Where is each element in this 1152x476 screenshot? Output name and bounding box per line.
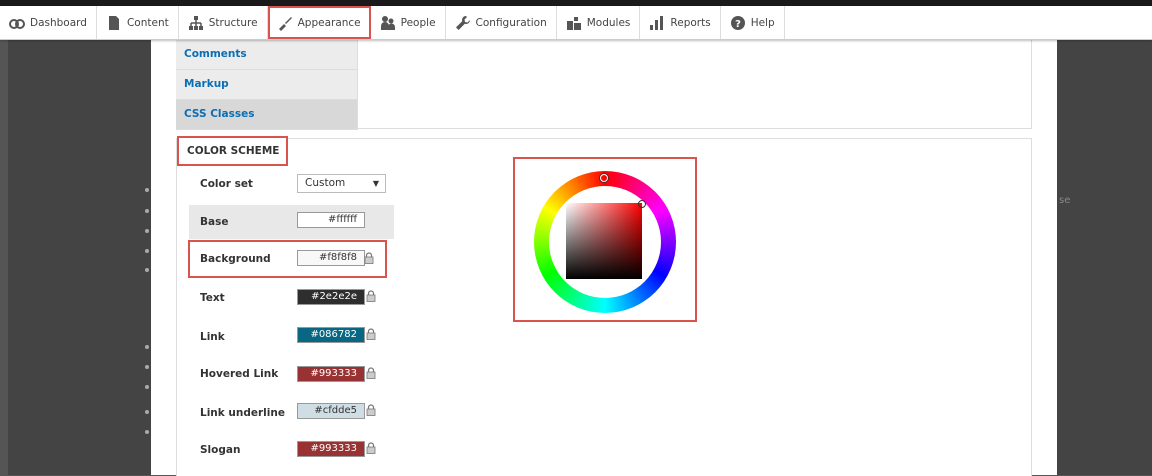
structure-icon — [188, 15, 203, 30]
color-set-label: Color set — [200, 178, 253, 190]
color-input-link[interactable]: #086782 — [297, 327, 365, 343]
color-input-link-underline[interactable]: #cfdde5 — [297, 403, 365, 419]
toolbar-label: Content — [126, 16, 169, 29]
bullet-dot — [145, 268, 149, 272]
toolbar-configuration[interactable]: Configuration — [446, 6, 557, 39]
content-icon — [108, 15, 119, 30]
vtab-css-classes[interactable]: CSS Classes — [176, 100, 358, 130]
bullet-dot — [145, 229, 149, 233]
toolbar-modules[interactable]: Modules — [557, 6, 641, 39]
admin-toolbar: Dashboard Content Structure Appearance P… — [0, 6, 1152, 40]
bullet-dot — [145, 385, 149, 389]
toolbar-people[interactable]: People — [371, 6, 446, 39]
lock-icon[interactable] — [366, 367, 376, 379]
dashboard-icon — [9, 18, 25, 29]
bullet-dot — [145, 345, 149, 349]
saturation-value-square[interactable] — [566, 203, 642, 279]
color-input-slogan[interactable]: #993333 — [297, 441, 365, 457]
field-label: Link underline — [200, 407, 285, 419]
bullet-dot — [145, 365, 149, 369]
toolbar-label: People — [400, 16, 436, 29]
bullet-dot — [145, 410, 149, 414]
field-label: Slogan — [200, 444, 241, 456]
reports-icon — [650, 15, 664, 30]
bullet-dot — [145, 249, 149, 253]
toolbar-appearance[interactable]: Appearance — [267, 6, 371, 39]
toolbar-content[interactable]: Content — [97, 6, 179, 39]
page-background-right: se — [1057, 40, 1152, 475]
vtab-markup[interactable]: Markup — [176, 70, 358, 100]
color-input-text[interactable]: #2e2e2e — [297, 289, 365, 305]
page-background-left — [8, 40, 151, 475]
lock-icon[interactable] — [366, 328, 376, 340]
vertical-tabs: Comments Markup CSS Classes — [176, 40, 358, 130]
toolbar-label: Configuration — [475, 16, 547, 29]
toolbar-label: Dashboard — [30, 16, 87, 29]
toolbar-label: Appearance — [297, 16, 361, 29]
color-input-base[interactable]: #ffffff — [297, 212, 365, 228]
field-label: Base — [200, 216, 229, 228]
bullet-dot — [145, 209, 149, 213]
lock-icon[interactable] — [366, 290, 376, 302]
saturation-marker[interactable] — [638, 200, 646, 208]
toolbar-label: Structure — [208, 16, 258, 29]
lock-icon[interactable] — [366, 442, 376, 454]
field-label: Text — [200, 292, 225, 304]
toolbar-structure[interactable]: Structure — [179, 6, 268, 39]
color-input-hovered-link[interactable]: #993333 — [297, 366, 365, 382]
toolbar-reports[interactable]: Reports — [640, 6, 721, 39]
toolbar-label: Modules — [586, 16, 631, 29]
appearance-icon — [278, 16, 292, 31]
lock-icon[interactable] — [366, 404, 376, 416]
color-set-value: Custom — [305, 177, 346, 189]
bullet-dot — [145, 188, 149, 192]
modules-icon — [566, 16, 581, 30]
svg-text:?: ? — [735, 19, 741, 30]
background-row-highlight — [188, 240, 387, 278]
color-set-select[interactable]: Custom ▼ — [297, 174, 386, 193]
chevron-down-icon: ▼ — [372, 179, 379, 188]
right-fragment-text: se — [1059, 195, 1071, 206]
hue-marker[interactable] — [600, 174, 608, 182]
toolbar-help[interactable]: ? Help — [721, 6, 785, 39]
vtab-comments[interactable]: Comments — [176, 40, 358, 70]
color-scheme-legend[interactable]: COLOR SCHEME — [177, 136, 288, 166]
people-icon — [380, 15, 395, 30]
toolbar-label: Help — [750, 16, 775, 29]
bullet-dot — [145, 430, 149, 434]
field-label: Link — [200, 331, 225, 343]
help-icon: ? — [730, 15, 745, 30]
toolbar-dashboard[interactable]: Dashboard — [0, 6, 97, 39]
field-label: Hovered Link — [200, 368, 279, 380]
toolbar-label: Reports — [670, 16, 711, 29]
wrench-icon — [455, 15, 470, 30]
